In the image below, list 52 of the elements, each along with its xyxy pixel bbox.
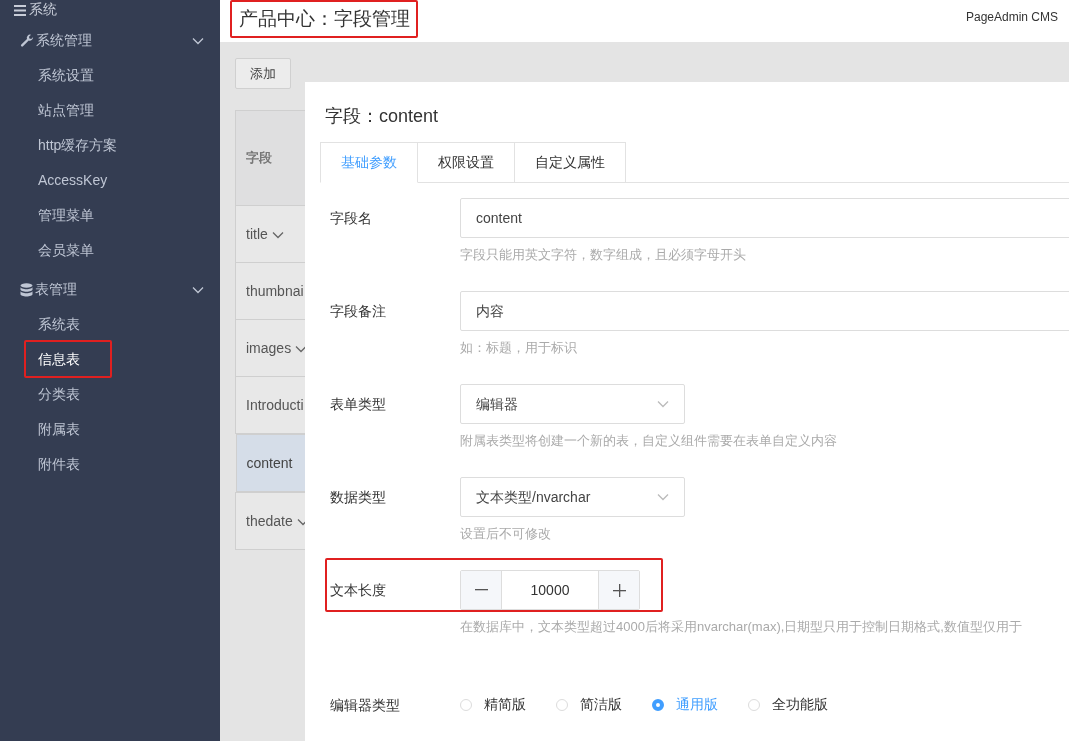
sidebar-item[interactable]: http缓存方案: [38, 137, 118, 153]
field-label: 编辑器类型: [330, 696, 401, 715]
plus-icon: [612, 583, 626, 597]
sidebar-item[interactable]: 管理菜单: [38, 207, 94, 223]
field-hint: 在数据库中，文本类型超过4000后将采用nvarchar(max),日期型只用于控制日期格式,数值型仅用于: [460, 618, 1023, 636]
chevron-down-icon: [192, 36, 204, 45]
database-icon: [20, 282, 33, 297]
chevron-down-icon: [295, 345, 308, 354]
field-hint: 设置后不可修改: [460, 525, 552, 543]
input-field[interactable]: 内容: [460, 291, 1069, 331]
sidebar-item[interactable]: 附件表: [38, 456, 80, 472]
field-label: 数据类型: [330, 488, 387, 507]
chevron-down-icon: [657, 493, 669, 501]
wrench-icon: [20, 33, 34, 48]
radio-label[interactable]: 精简版: [484, 696, 526, 714]
select-field[interactable]: 编辑器: [460, 384, 685, 424]
select-field[interactable]: 文本类型/nvarchar: [460, 477, 685, 517]
chevron-down-icon: [657, 400, 669, 408]
sidebar-item[interactable]: 会员菜单: [38, 242, 94, 258]
sidebar-item[interactable]: 站点管理: [38, 102, 94, 118]
chevron-down-icon: [192, 285, 204, 294]
field-label: 文本长度: [330, 581, 387, 600]
sidebar-item[interactable]: 附属表: [38, 421, 80, 437]
chevron-down-icon: [271, 231, 284, 240]
add-button[interactable]: 添加: [235, 58, 291, 89]
radio-label[interactable]: 全功能版: [772, 696, 828, 714]
field-label: 表单类型: [330, 395, 387, 414]
sidebar-item[interactable]: 分类表: [38, 386, 80, 402]
group-label: 表管理: [35, 280, 77, 299]
increment-button[interactable]: [599, 571, 639, 609]
tab[interactable]: 权限设置: [418, 142, 515, 183]
tab[interactable]: 自定义属性: [515, 142, 626, 183]
group-label: 系统管理: [36, 31, 92, 50]
sidebar-item[interactable]: 系统表: [38, 316, 80, 332]
radio-button[interactable]: [652, 699, 664, 711]
field-hint: 如：标题，用于标识: [460, 339, 578, 357]
sidebar-item[interactable]: 信息表: [38, 351, 80, 367]
page-title: 产品中心：字段管理: [230, 0, 418, 38]
field-label: 字段备注: [330, 302, 387, 321]
minus-icon: [474, 589, 488, 591]
sidebar-group[interactable]: 系统管理: [0, 23, 220, 58]
sidebar-heading: 系统: [29, 1, 57, 19]
sidebar-item[interactable]: 系统设置: [38, 67, 94, 83]
field-label: 字段名: [330, 209, 373, 228]
radio-label[interactable]: 简洁版: [580, 696, 622, 714]
field-hint: 字段只能用英文字符，数字组成，且必须字母开头: [460, 246, 747, 264]
brand-label: PageAdmin CMS: [965, 10, 1058, 24]
sidebar-group[interactable]: 表管理: [0, 272, 220, 307]
input-field[interactable]: content: [460, 198, 1069, 238]
sidebar-item[interactable]: AccessKey: [38, 172, 108, 188]
decrement-button[interactable]: [461, 571, 501, 609]
menu-icon[interactable]: [14, 4, 26, 16]
